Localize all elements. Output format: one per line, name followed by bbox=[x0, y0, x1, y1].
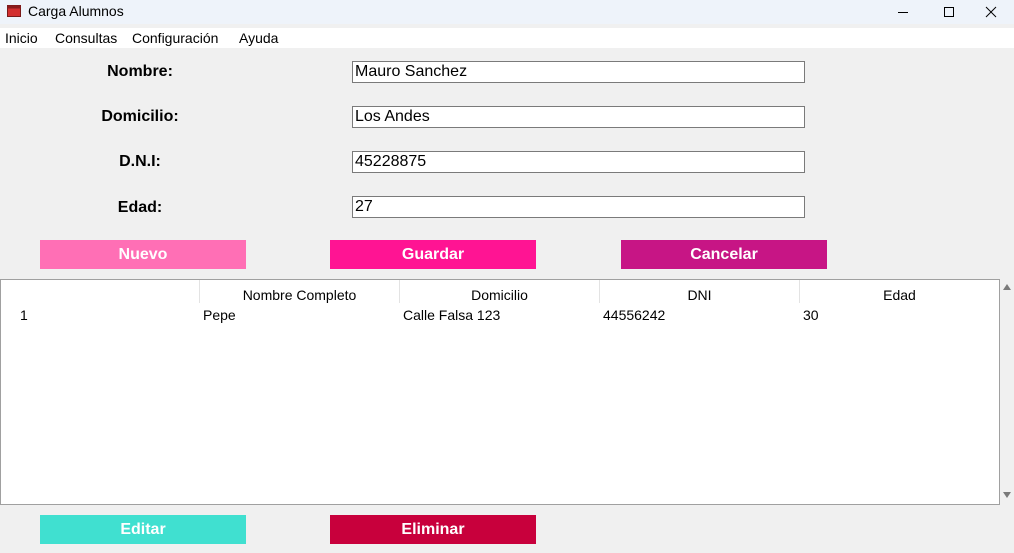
close-icon bbox=[985, 6, 997, 18]
maximize-icon bbox=[944, 7, 954, 17]
cancelar-button[interactable]: Cancelar bbox=[621, 240, 827, 269]
eliminar-button[interactable]: Eliminar bbox=[330, 515, 536, 544]
domicilio-input[interactable] bbox=[352, 106, 805, 128]
vertical-scrollbar[interactable] bbox=[1000, 279, 1014, 505]
title-bar: Carga Alumnos bbox=[0, 0, 1014, 24]
column-header-domicilio[interactable]: Domicilio bbox=[399, 280, 599, 303]
row-nombre-cell: Pepe bbox=[203, 307, 236, 323]
scroll-down-icon[interactable] bbox=[1000, 489, 1014, 501]
guardar-button[interactable]: Guardar bbox=[330, 240, 536, 269]
dni-label: D.N.I: bbox=[119, 153, 161, 170]
alumnos-table[interactable]: Nombre Completo Domicilio DNI Edad 1 Pep… bbox=[0, 279, 1000, 505]
row-id-cell: 1 bbox=[20, 307, 28, 323]
row-dni-cell: 44556242 bbox=[603, 307, 666, 323]
domicilio-label: Domicilio: bbox=[101, 108, 179, 125]
menu-item-inicio[interactable]: Inicio bbox=[5, 30, 38, 46]
row-domicilio-cell: Calle Falsa 123 bbox=[403, 307, 501, 323]
close-button[interactable] bbox=[968, 0, 1014, 24]
nombre-label: Nombre: bbox=[107, 63, 173, 80]
minimize-icon bbox=[898, 12, 908, 13]
window-title: Carga Alumnos bbox=[28, 3, 124, 19]
menu-bar: Inicio Consultas Configuración Ayuda bbox=[0, 28, 1014, 48]
app-window-icon bbox=[7, 5, 21, 17]
maximize-button[interactable] bbox=[926, 0, 972, 24]
minimize-button[interactable] bbox=[880, 0, 926, 24]
column-header-nombre[interactable]: Nombre Completo bbox=[199, 280, 399, 303]
scroll-up-icon[interactable] bbox=[1000, 281, 1014, 293]
column-header-edad[interactable]: Edad bbox=[799, 280, 999, 303]
edad-input[interactable] bbox=[352, 196, 805, 218]
edad-label: Edad: bbox=[117, 199, 163, 216]
menu-item-configuracion[interactable]: Configuración bbox=[132, 30, 218, 46]
nombre-input[interactable] bbox=[352, 61, 805, 83]
menu-item-consultas[interactable]: Consultas bbox=[55, 30, 117, 46]
row-edad-cell: 30 bbox=[803, 307, 819, 323]
column-header-index[interactable] bbox=[1, 280, 199, 303]
column-header-dni[interactable]: DNI bbox=[599, 280, 799, 303]
dni-input[interactable] bbox=[352, 151, 805, 173]
editar-button[interactable]: Editar bbox=[40, 515, 246, 544]
nuevo-button[interactable]: Nuevo bbox=[40, 240, 246, 269]
menu-item-ayuda[interactable]: Ayuda bbox=[239, 30, 278, 46]
